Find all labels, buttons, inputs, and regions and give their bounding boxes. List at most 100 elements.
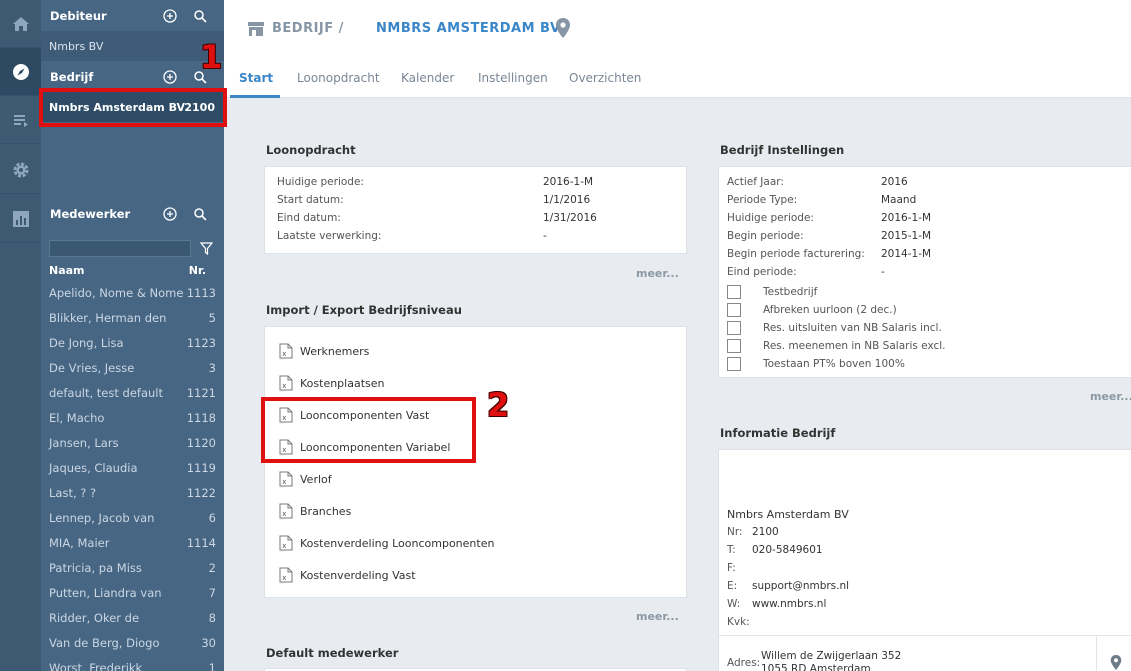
info-label: Nr:	[727, 526, 743, 538]
home-icon[interactable]	[0, 0, 41, 48]
medewerker-row[interactable]: Patricia, pa Miss 2	[49, 561, 216, 575]
instelling-value: 2014-1-M	[881, 248, 932, 260]
medewerker-row[interactable]: Jansen, Lars 1120	[49, 436, 216, 450]
medewerker-row[interactable]: Worst, Frederikk 1	[49, 661, 216, 671]
annotation-marker-2: 2	[487, 386, 510, 424]
file-link-label: Kostenverdeling Looncomponenten	[300, 536, 495, 550]
info-adres-line2: 1055 RD Amsterdam	[761, 663, 871, 671]
file-link[interactable]: x Werknemers	[279, 343, 369, 359]
medewerker-row[interactable]: Van de Berg, Diogo 30	[49, 636, 216, 650]
loonopdracht-title: Loonopdracht	[266, 143, 356, 157]
info-adres-separator	[1096, 636, 1097, 671]
import-export-title: Import / Export Bedrijfsniveau	[266, 303, 462, 317]
adres-pin-icon[interactable]	[1110, 654, 1122, 671]
medewerker-nr: 1114	[186, 536, 216, 550]
medewerker-row[interactable]: De Jong, Lisa 1123	[49, 336, 216, 350]
loonopdracht-label: Start datum:	[277, 194, 344, 206]
file-link[interactable]: x Kostenverdeling Vast	[279, 567, 416, 583]
excel-file-icon: x	[279, 471, 293, 487]
import-export-more-link[interactable]: meer...	[636, 610, 679, 623]
svg-text:x: x	[282, 350, 286, 358]
file-link[interactable]: x Verlof	[279, 471, 332, 487]
debiteur-item[interactable]: Nmbrs BV	[41, 31, 224, 61]
instelling-label: Periode Type:	[727, 194, 798, 206]
medewerker-name: El, Macho	[49, 411, 105, 425]
chart-icon[interactable]	[0, 195, 41, 243]
excel-file-icon: x	[279, 567, 293, 583]
medewerker-row[interactable]: Jaques, Claudia 1119	[49, 461, 216, 475]
bedrijf-instellingen-title: Bedrijf Instellingen	[720, 143, 845, 157]
loonopdracht-more-link[interactable]: meer...	[636, 267, 679, 280]
active-tab-indicator	[230, 95, 280, 98]
medewerker-nr: 1122	[186, 486, 216, 500]
annotation-box-2	[261, 397, 476, 463]
tab-loonopdracht[interactable]: Loonopdracht	[297, 71, 380, 85]
file-link[interactable]: x Kostenverdeling Looncomponenten	[279, 535, 494, 551]
add-medewerker-icon[interactable]	[163, 207, 177, 221]
medewerker-table-header: Naam Nr.	[49, 264, 206, 277]
medewerker-row[interactable]: Lennep, Jacob van 6	[49, 511, 216, 525]
informatie-bedrijf-card: Nmbrs Amsterdam BV Adres: Willem de Zwij…	[718, 449, 1131, 671]
tab-overzichten[interactable]: Overzichten	[569, 71, 641, 85]
instelling-value: 2015-1-M	[881, 230, 932, 242]
medewerker-name: Apelido, Nome & Nome	[49, 286, 184, 300]
medewerker-row[interactable]: Last, ? ? 1122	[49, 486, 216, 500]
default-medewerker-title: Default medewerker	[266, 646, 399, 660]
bedrijf-instellingen-more-link[interactable]: meer...	[1090, 390, 1131, 403]
medewerker-row[interactable]: Putten, Liandra van 7	[49, 586, 216, 600]
medewerker-name: Jaques, Claudia	[49, 461, 138, 475]
medewerker-row[interactable]: De Vries, Jesse 3	[49, 361, 216, 375]
file-link-label: Verlof	[300, 472, 332, 486]
gear-icon[interactable]	[0, 146, 41, 194]
svg-text:x: x	[282, 478, 286, 486]
instelling-checkbox[interactable]	[727, 303, 741, 317]
tab-instellingen[interactable]: Instellingen	[478, 71, 548, 85]
medewerker-row[interactable]: default, test default 1121	[49, 386, 216, 400]
instelling-checkbox[interactable]	[727, 339, 741, 353]
store-icon	[248, 22, 264, 36]
medewerker-nr: 7	[208, 586, 216, 600]
instelling-checkbox[interactable]	[727, 321, 741, 335]
file-link[interactable]: x Branches	[279, 503, 351, 519]
instelling-label: Begin periode:	[727, 230, 804, 242]
info-adres-label: Adres:	[727, 657, 761, 669]
medewerker-nr: 30	[201, 636, 216, 650]
medewerker-row[interactable]: Ridder, Oker de 8	[49, 611, 216, 625]
medewerker-row[interactable]: Apelido, Nome & Nome 1113	[49, 286, 216, 300]
instelling-checkbox[interactable]	[727, 357, 741, 371]
loonopdracht-label: Laatste verwerking:	[277, 230, 382, 242]
instelling-label: Eind periode:	[727, 266, 797, 278]
medewerker-row[interactable]: El, Macho 1118	[49, 411, 216, 425]
list-icon[interactable]	[0, 96, 41, 144]
filter-icon[interactable]	[200, 242, 213, 255]
search-debiteur-icon[interactable]	[193, 9, 207, 23]
location-pin-icon[interactable]	[555, 17, 571, 39]
info-divider	[719, 635, 1131, 636]
svg-text:x: x	[282, 382, 286, 390]
add-bedrijf-icon[interactable]	[163, 70, 177, 84]
search-medewerker-icon[interactable]	[193, 207, 207, 221]
tab-kalender[interactable]: Kalender	[401, 71, 454, 85]
medewerker-nr: 1118	[186, 411, 216, 425]
file-link[interactable]: x Kostenplaatsen	[279, 375, 384, 391]
medewerker-filter-input[interactable]	[49, 240, 191, 257]
tab-start[interactable]: Start	[239, 71, 273, 85]
file-link-label: Werknemers	[300, 344, 370, 358]
medewerker-nr: 1113	[186, 286, 216, 300]
excel-file-icon: x	[279, 375, 293, 391]
instelling-value: Maand	[881, 194, 917, 206]
add-debiteur-icon[interactable]	[163, 9, 177, 23]
info-label: W:	[727, 598, 741, 610]
breadcrumb-section[interactable]: BEDRIJF /	[272, 21, 344, 36]
instelling-checkbox[interactable]	[727, 285, 741, 299]
instelling-checkbox-label: Afbreken uurloon (2 dec.)	[763, 304, 897, 316]
medewerker-name: Putten, Liandra van	[49, 586, 162, 600]
medewerker-nr: 1119	[186, 461, 216, 475]
medewerker-row[interactable]: Blikker, Herman den 5	[49, 311, 216, 325]
annotation-box-1	[39, 88, 227, 127]
medewerker-name: MIA, Maier	[49, 536, 110, 550]
info-company-name: Nmbrs Amsterdam BV	[727, 508, 849, 521]
medewerker-row[interactable]: MIA, Maier 1114	[49, 536, 216, 550]
medewerker-name: De Jong, Lisa	[49, 336, 124, 350]
compass-icon[interactable]	[0, 48, 41, 96]
